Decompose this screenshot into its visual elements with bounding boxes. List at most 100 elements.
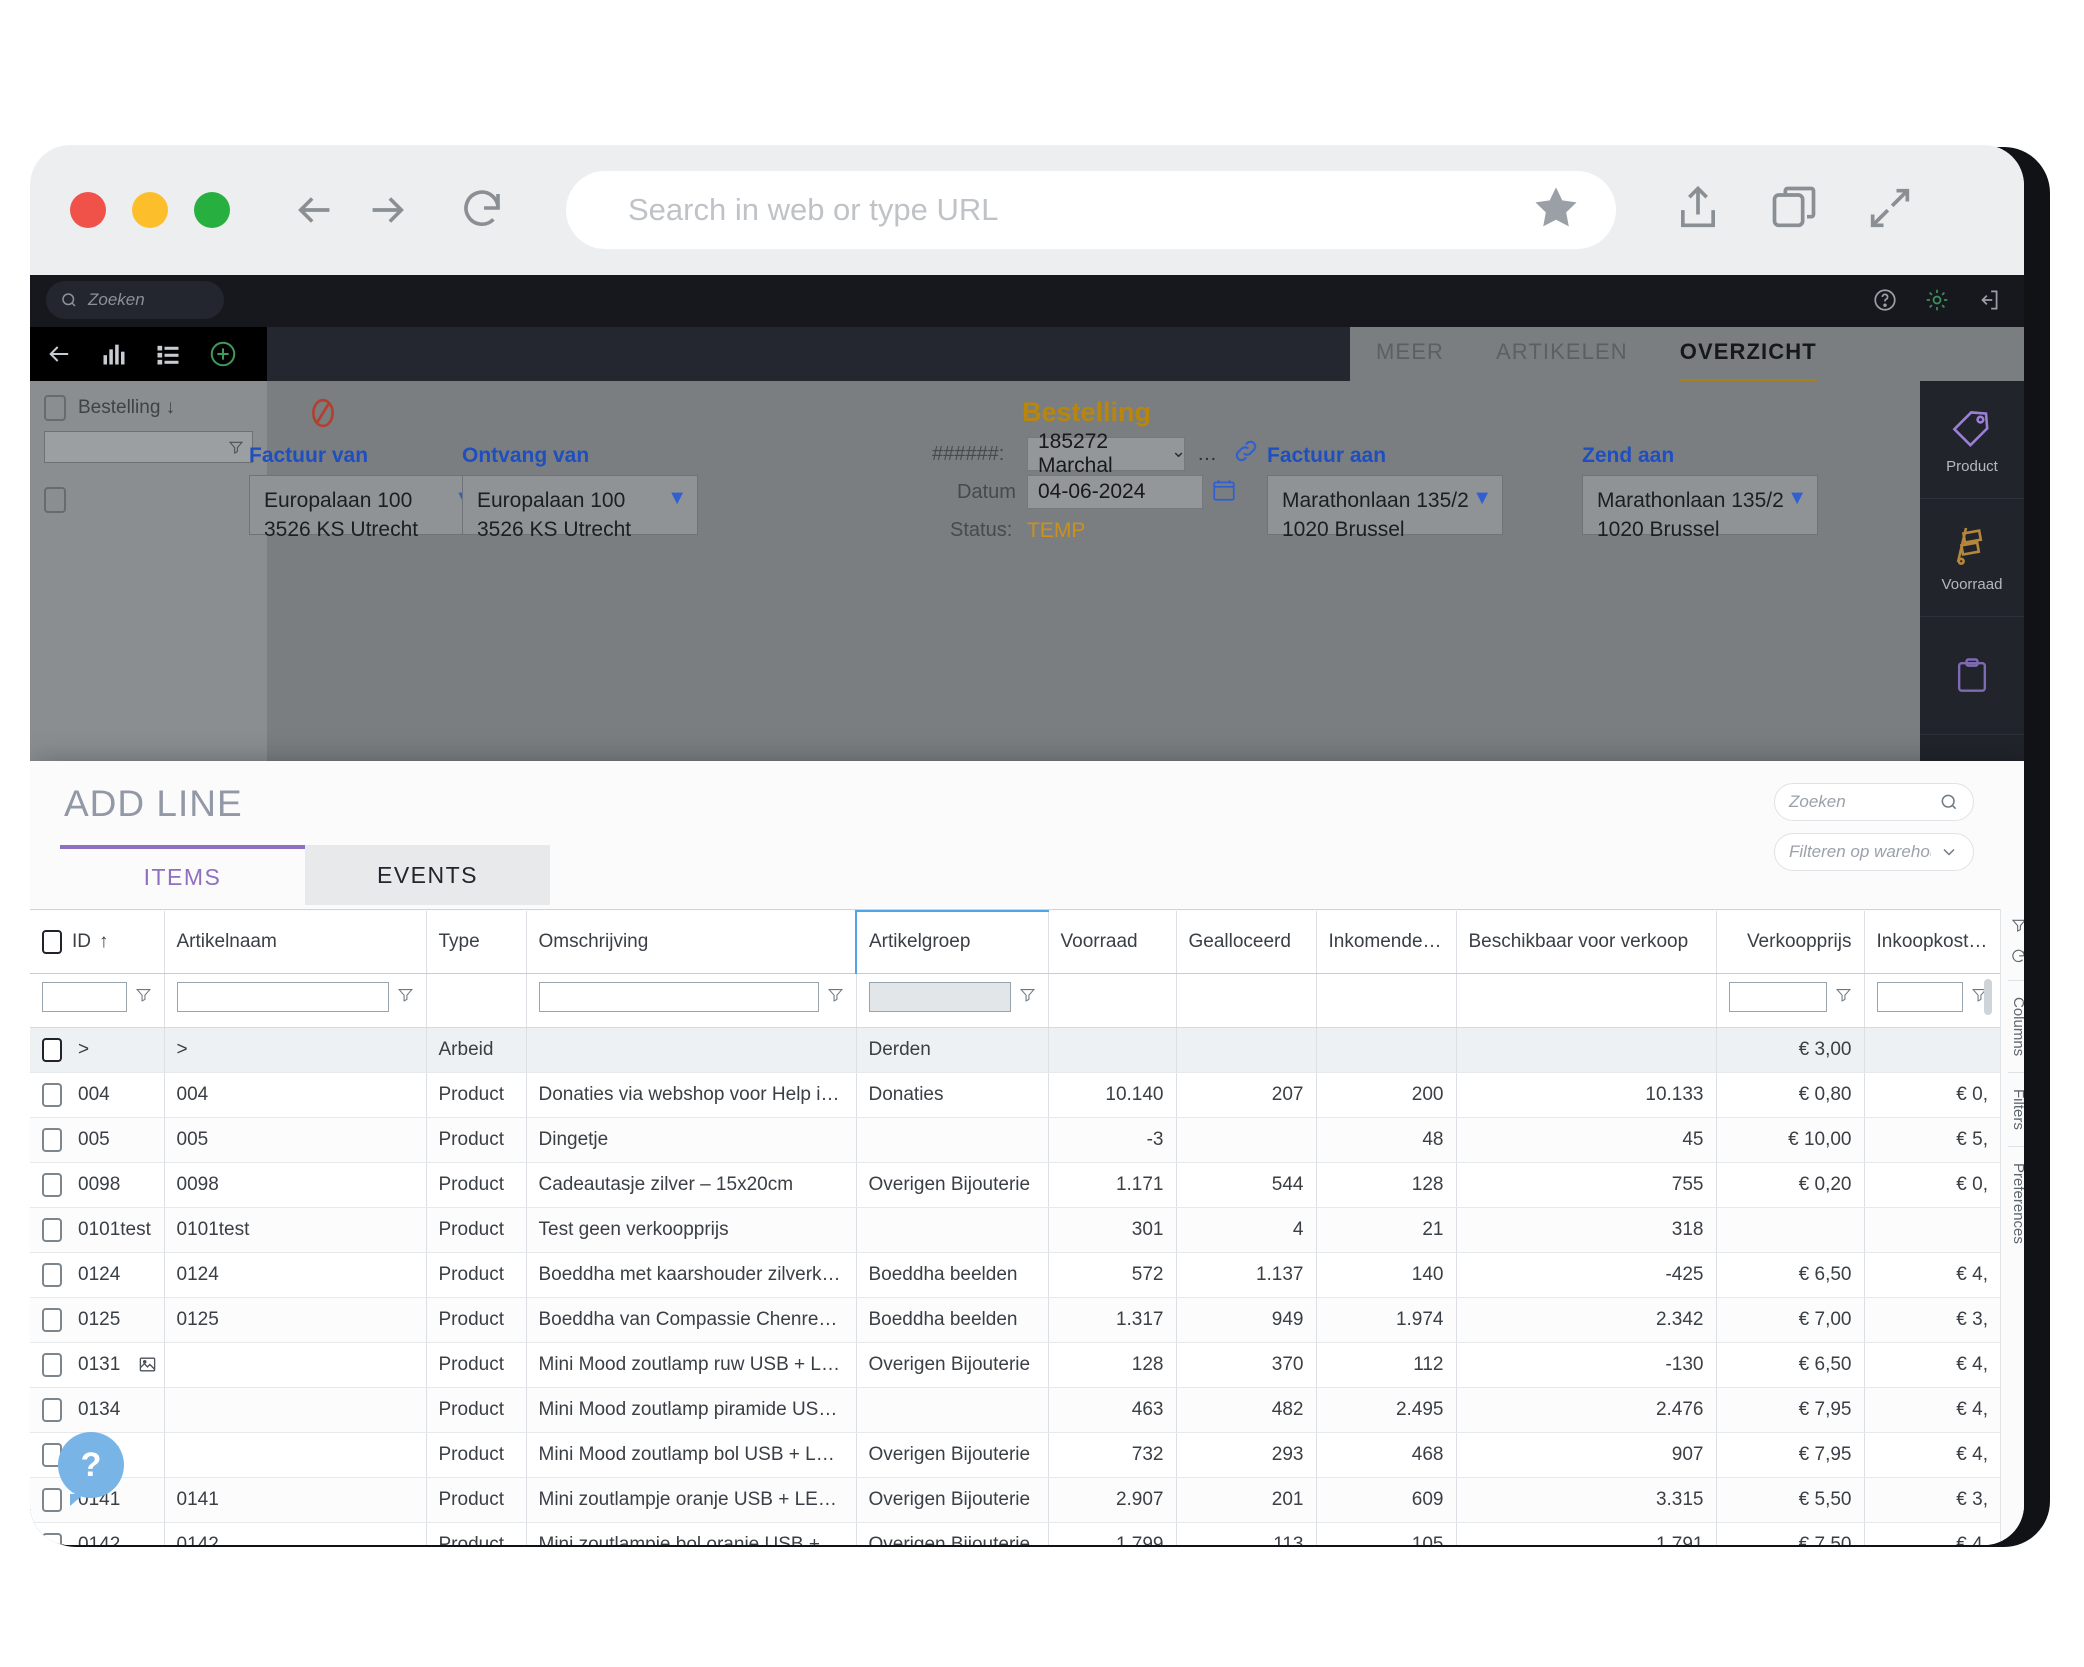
maximize-window-button[interactable] <box>194 192 230 228</box>
row-checkbox[interactable] <box>42 1263 62 1287</box>
tabs-icon[interactable] <box>1768 182 1820 239</box>
filter-cell-artikelnaam[interactable] <box>164 973 426 1027</box>
warehouse-filter-select[interactable]: Filteren op warehouse <box>1774 833 1974 871</box>
browser-actions[interactable] <box>1672 182 1916 239</box>
gear-icon[interactable] <box>1924 287 1950 318</box>
factuur-van-field[interactable]: ▼ Europalaan 100 3526 KS Utrecht <box>249 475 485 535</box>
app-topbar-actions[interactable] <box>1872 287 2002 318</box>
rail-preferences-button[interactable]: Preferences <box>2010 1157 2024 1250</box>
row-checkbox[interactable] <box>42 1128 62 1152</box>
browser-nav-buttons[interactable] <box>288 182 510 238</box>
chevron-down-icon[interactable]: ▼ <box>1787 484 1807 512</box>
filter-cell-inkoopkosten[interactable] <box>1864 973 2000 1027</box>
cell-id[interactable]: 004 <box>30 1072 164 1117</box>
filter-cell-artikelgroep[interactable] <box>856 973 1048 1027</box>
ontvang-van-field[interactable]: ▼ Europalaan 100 3526 KS Utrecht <box>462 475 698 535</box>
cell-id[interactable]: 005 <box>30 1117 164 1162</box>
column-header-artikelnaam[interactable]: Artikelnaam <box>164 911 426 973</box>
order-list-header[interactable]: Bestelling ↓ <box>30 381 267 431</box>
reload-icon[interactable] <box>454 182 510 238</box>
back-arrow-icon[interactable] <box>288 182 344 238</box>
order-list-second-checkbox-row[interactable] <box>30 487 267 523</box>
table-row[interactable]: 0135ProductMini Mood zoutlamp bol USB + … <box>30 1432 2000 1477</box>
link-icon[interactable] <box>1232 437 1260 470</box>
row-checkbox[interactable] <box>42 1173 62 1197</box>
calendar-icon[interactable] <box>1211 477 1237 508</box>
filter-input-id[interactable] <box>42 982 127 1012</box>
share-icon[interactable] <box>1672 182 1724 239</box>
row-checkbox[interactable] <box>42 1488 62 1512</box>
chevron-down-icon[interactable]: ▼ <box>1472 484 1492 512</box>
cell-id[interactable]: 0124 <box>30 1252 164 1297</box>
funnel-top-icon[interactable] <box>2011 917 2025 938</box>
column-header-artikelgroep[interactable]: Artikelgroep <box>856 911 1048 973</box>
forward-arrow-icon[interactable] <box>358 182 414 238</box>
zend-aan-field[interactable]: ▼ Marathonlaan 135/2 1020 Brussel <box>1582 475 1818 535</box>
logout-icon[interactable] <box>1976 287 2002 318</box>
table-row[interactable]: 00980098ProductCadeautasje zilver – 15x2… <box>30 1162 2000 1207</box>
column-header-voorraad[interactable]: Voorraad <box>1048 911 1176 973</box>
row-checkbox[interactable] <box>42 1398 62 1422</box>
tab-artikelen[interactable]: ARTIKELEN <box>1470 327 1654 381</box>
order-tabs[interactable]: MEER ARTIKELEN OVERZICHT <box>1350 327 2024 381</box>
filter-cell-id[interactable] <box>30 973 164 1027</box>
order-list-filter-input[interactable] <box>44 431 253 463</box>
cell-id[interactable]: 0131 <box>30 1342 164 1387</box>
modal-search-input[interactable]: Zoeken <box>1774 783 1974 821</box>
table-row[interactable]: 004004ProductDonaties via webshop voor H… <box>30 1072 2000 1117</box>
table-row[interactable]: 01250125ProductBoeddha van Compassie Che… <box>30 1297 2000 1342</box>
chevron-down-icon[interactable]: ⌄ <box>1171 441 1186 462</box>
tab-events[interactable]: EVENTS <box>305 845 550 905</box>
star-icon[interactable] <box>1530 182 1582 239</box>
modal-tabs[interactable]: ITEMS EVENTS <box>60 845 550 905</box>
refresh-icon[interactable] <box>2010 948 2024 970</box>
column-header-verkoopprijs[interactable]: Verkoopprijs <box>1716 911 1864 973</box>
fullscreen-icon[interactable] <box>1864 182 1916 239</box>
image-preview-icon[interactable] <box>138 1355 157 1380</box>
cell-id[interactable]: 0142 <box>30 1522 164 1545</box>
filter-input-omschrijving[interactable] <box>539 982 819 1012</box>
rail-filters-button[interactable]: Filters <box>2010 1083 2024 1136</box>
column-header-inkoopkosten[interactable]: Inkoopkosten <box>1864 911 2000 973</box>
close-window-button[interactable] <box>70 192 106 228</box>
cell-id[interactable]: 0134 <box>30 1387 164 1432</box>
tab-overzicht[interactable]: OVERZICHT <box>1654 327 1843 381</box>
help-circle-icon[interactable] <box>1872 287 1898 318</box>
grid-side-rail[interactable]: Columns Filters Preferences <box>2000 909 2024 1545</box>
help-chat-button[interactable]: ? <box>58 1432 124 1498</box>
tab-items[interactable]: ITEMS <box>60 845 305 905</box>
add-circle-icon[interactable] <box>208 339 238 369</box>
cell-id[interactable]: 0098 <box>30 1162 164 1207</box>
url-input[interactable]: Search in web or type URL <box>628 192 1530 228</box>
row-checkbox[interactable] <box>42 1218 62 1242</box>
funnel-icon[interactable] <box>135 986 152 1009</box>
table-row[interactable]: 0134ProductMini Mood zoutlamp piramide U… <box>30 1387 2000 1432</box>
factuur-aan-field[interactable]: ▼ Marathonlaan 135/2 1020 Brussel <box>1267 475 1503 535</box>
tab-meer[interactable]: MEER <box>1350 327 1470 381</box>
table-row[interactable]: 005005ProductDingetje-34845€ 10,00€ 5, <box>30 1117 2000 1162</box>
url-bar[interactable]: Search in web or type URL <box>566 171 1616 249</box>
minimize-window-button[interactable] <box>132 192 168 228</box>
row-checkbox[interactable] <box>42 1308 62 1332</box>
column-header-gealloceerd[interactable]: Gealloceerd <box>1176 911 1316 973</box>
list-icon[interactable] <box>154 340 182 368</box>
filter-cell-verkoopprijs[interactable] <box>1716 973 1864 1027</box>
funnel-icon[interactable] <box>397 986 414 1009</box>
app-nav-icons[interactable] <box>30 327 267 381</box>
window-controls[interactable] <box>70 192 230 228</box>
chevron-down-icon[interactable]: ▼ <box>667 484 687 512</box>
funnel-icon[interactable] <box>827 986 844 1009</box>
filter-input-inkoopkosten[interactable] <box>1877 982 1964 1012</box>
column-header-type[interactable]: Type <box>426 911 526 973</box>
order-date-field[interactable]: 04-06-2024 <box>1027 475 1203 509</box>
table-row[interactable]: 01420142ProductMini zoutlampje bol oranj… <box>30 1522 2000 1545</box>
row-checkbox[interactable] <box>42 1083 62 1107</box>
column-header-omschrijving[interactable]: Omschrijving <box>526 911 856 973</box>
table-row[interactable]: >>ArbeidDerden€ 3,00 <box>30 1027 2000 1072</box>
items-grid[interactable]: ID↑ Artikelnaam Type Omschrijving Artike… <box>30 909 2000 1545</box>
chart-icon[interactable] <box>100 340 128 368</box>
order-number-field[interactable]: 185272 Marchal <box>1027 437 1185 471</box>
filter-input-verkoopprijs[interactable] <box>1729 982 1827 1012</box>
rail-columns-button[interactable]: Columns <box>2010 991 2024 1062</box>
vertical-scrollbar[interactable] <box>1984 979 1992 1015</box>
